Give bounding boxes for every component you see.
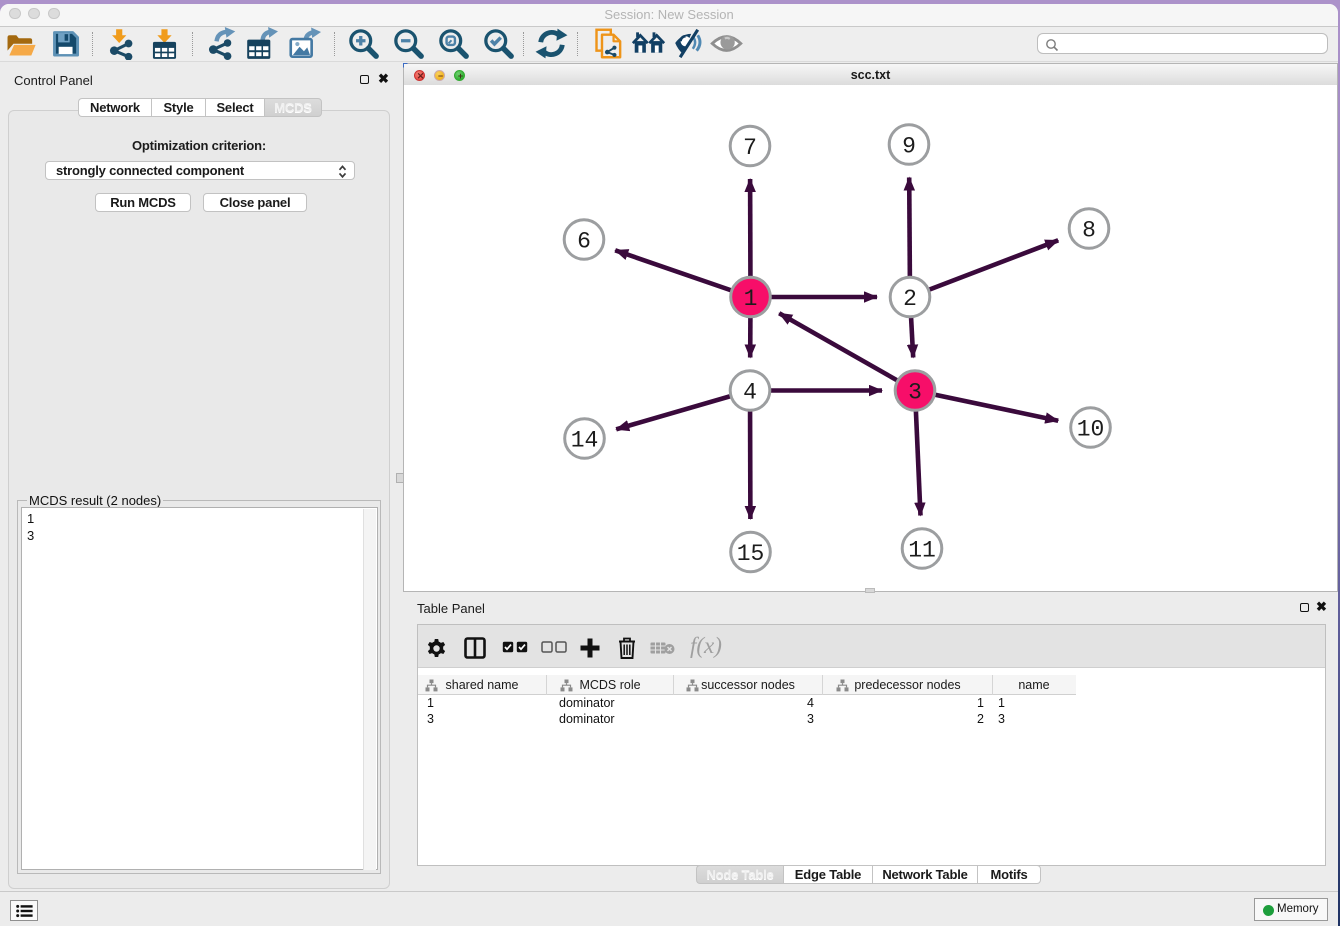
svg-text:1: 1 xyxy=(744,286,758,312)
svg-text:2: 2 xyxy=(903,286,917,312)
svg-text:9: 9 xyxy=(902,134,916,160)
svg-text:10: 10 xyxy=(1077,417,1105,443)
svg-text:11: 11 xyxy=(908,538,936,564)
svg-text:15: 15 xyxy=(737,541,765,567)
svg-text:8: 8 xyxy=(1082,218,1096,244)
svg-text:7: 7 xyxy=(743,135,757,161)
svg-text:4: 4 xyxy=(743,380,757,406)
svg-text:6: 6 xyxy=(577,229,591,255)
svg-text:14: 14 xyxy=(571,428,599,454)
svg-text:3: 3 xyxy=(908,380,922,406)
